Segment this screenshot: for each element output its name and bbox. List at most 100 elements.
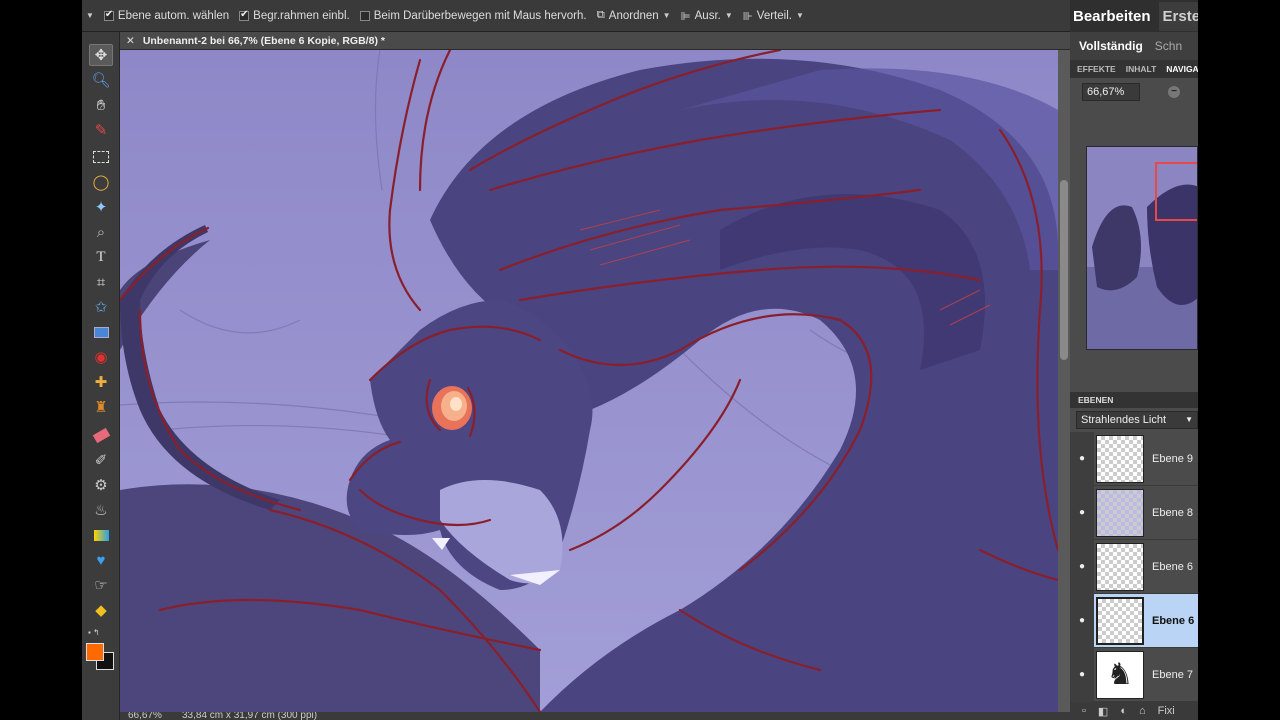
align-menu[interactable]: ⊫ Ausr. ▼ bbox=[681, 9, 733, 23]
layer-name: Ebene 6 bbox=[1152, 614, 1195, 627]
navigator-thumbnail-image bbox=[1087, 147, 1197, 349]
red-eye-icon[interactable]: ◉ bbox=[89, 346, 113, 368]
blend-mode-select[interactable]: Strahlendes Licht ▼ bbox=[1076, 411, 1198, 429]
lock-label: Fixi bbox=[1157, 705, 1175, 717]
visibility-eye-icon[interactable]: ● bbox=[1070, 485, 1094, 540]
layer-row[interactable]: ● Ebene 6 bbox=[1070, 539, 1198, 594]
bounding-box-label: Begr.rahmen einbl. bbox=[253, 9, 350, 22]
navigator-preview[interactable] bbox=[1086, 146, 1198, 350]
chevron-down-icon: ▼ bbox=[724, 11, 733, 20]
layer-row[interactable]: ● Ebene 9 bbox=[1070, 431, 1198, 486]
align-icon: ⊫ bbox=[680, 10, 691, 23]
layer-thumbnail bbox=[1096, 434, 1144, 483]
tool-preset-dropdown-icon[interactable]: ▼ bbox=[86, 11, 94, 20]
layer-row-selected[interactable]: ● Ebene 6 bbox=[1070, 593, 1198, 648]
new-layer-icon[interactable]: ▫ bbox=[1082, 705, 1086, 717]
layer-name: Ebene 6 bbox=[1152, 560, 1193, 573]
artwork-canvas[interactable] bbox=[120, 50, 1058, 712]
toolbox: ✥ 🔍︎ ✋︎ ✎ ◯ ✦ ⌕ T ⌗ ✩ ◉ ✚ ♜ ✐ ⚙ ♨ ♥ ☞ ◆ … bbox=[82, 32, 120, 720]
lock-icon[interactable]: ⌂ bbox=[1139, 705, 1146, 717]
clone-stamp-icon[interactable]: ♜ bbox=[89, 396, 113, 418]
zoom-out-icon[interactable]: − bbox=[1168, 86, 1180, 98]
eyedropper-icon[interactable]: ✎ bbox=[89, 119, 113, 141]
close-icon[interactable]: ✕ bbox=[126, 35, 135, 47]
smart-brush-icon[interactable]: ⚙ bbox=[89, 474, 113, 496]
highlight-label: Beim Darüberbewegen mit Maus hervorh. bbox=[373, 9, 587, 22]
letterbox-right bbox=[1198, 0, 1280, 720]
tab-navigator[interactable]: NAVIGA bbox=[1166, 64, 1198, 74]
vertical-scrollbar[interactable] bbox=[1058, 50, 1070, 712]
tab-content[interactable]: INHALT bbox=[1126, 64, 1157, 74]
visibility-eye-icon[interactable]: ● bbox=[1070, 431, 1094, 486]
status-zoom: 66,67% bbox=[128, 712, 162, 720]
highlight-checkbox[interactable] bbox=[359, 10, 370, 21]
visibility-eye-icon[interactable]: ● bbox=[1070, 539, 1094, 594]
blur-icon[interactable]: ☞ bbox=[89, 574, 113, 596]
layer-name: Ebene 8 bbox=[1152, 506, 1193, 519]
layers-panel-title: EBENEN bbox=[1070, 392, 1198, 408]
visibility-eye-icon[interactable]: ● bbox=[1070, 647, 1094, 702]
straighten-icon[interactable] bbox=[89, 321, 113, 343]
healing-brush-icon[interactable]: ✚ bbox=[89, 371, 113, 393]
navigator-controls: 66,67% − bbox=[1070, 78, 1198, 106]
status-dimensions: 33,84 cm x 31,97 cm (300 ppi) bbox=[182, 712, 318, 720]
scrollbar-thumb[interactable] bbox=[1060, 180, 1068, 360]
tab-create[interactable]: Erste bbox=[1158, 1, 1198, 31]
adjustment-layer-icon[interactable]: ◧ bbox=[1098, 705, 1108, 718]
brush-icon[interactable]: ✐ bbox=[89, 449, 113, 471]
layer-thumbnail bbox=[1096, 596, 1144, 645]
sponge-icon[interactable]: ◆ bbox=[89, 599, 113, 621]
document-title: Unbenannt-2 bei 66,7% (Ebene 6 Kopie, RG… bbox=[142, 34, 385, 47]
distribute-icon: ⊪ bbox=[742, 10, 753, 23]
chevron-down-icon: ▼ bbox=[662, 11, 671, 20]
auto-select-checkbox[interactable] bbox=[103, 9, 114, 21]
visibility-eye-icon[interactable]: ● bbox=[1070, 593, 1094, 648]
foreground-color-swatch[interactable] bbox=[86, 643, 104, 661]
type-icon[interactable]: T bbox=[89, 246, 113, 268]
right-panel: Bearbeiten Erste Vollständig Schn EFFEKT… bbox=[1070, 0, 1198, 720]
bounding-box-checkbox[interactable] bbox=[239, 9, 250, 21]
magic-wand-icon[interactable]: ✦ bbox=[89, 196, 113, 218]
lasso-icon[interactable]: ◯ bbox=[89, 171, 113, 193]
arrange-icon: ⧉ bbox=[596, 9, 605, 21]
highlight-on-rollover-option[interactable]: Beim Darüberbewegen mit Maus hervorh. bbox=[359, 9, 587, 22]
default-colors-icon[interactable]: ▪ ↰ bbox=[88, 628, 100, 637]
tab-effects[interactable]: EFFEKTE bbox=[1077, 64, 1116, 74]
marquee-icon[interactable] bbox=[89, 146, 113, 168]
document-tab[interactable]: ✕ Unbenannt-2 bei 66,7% (Ebene 6 Kopie, … bbox=[120, 32, 1070, 50]
quick-selection-icon[interactable]: ⌕ bbox=[89, 221, 113, 243]
chevron-down-icon: ▼ bbox=[1185, 415, 1193, 424]
layer-thumbnail bbox=[1096, 488, 1144, 537]
arrange-menu[interactable]: ⧉ Anordnen ▼ bbox=[597, 9, 671, 22]
crop-icon[interactable]: ⌗ bbox=[89, 271, 113, 293]
auto-select-label: Ebene autom. wählen bbox=[117, 9, 230, 22]
options-bar: ▼ Ebene autom. wählen Begr.rahmen einbl.… bbox=[82, 0, 1070, 32]
status-bar: 66,67% 33,84 cm x 31,97 cm (300 ppi) bbox=[120, 712, 1070, 720]
letterbox-left bbox=[0, 0, 82, 720]
paint-bucket-icon[interactable]: ♨ bbox=[89, 499, 113, 521]
layer-name: Ebene 9 bbox=[1152, 452, 1193, 465]
gradient-icon[interactable] bbox=[89, 524, 113, 546]
layer-row[interactable]: ● Ebene 8 bbox=[1070, 485, 1198, 540]
blend-mode-value: Strahlendes Licht bbox=[1081, 414, 1166, 426]
custom-shape-icon[interactable]: ♥ bbox=[89, 549, 113, 571]
zoom-icon[interactable]: 🔍︎ bbox=[89, 69, 113, 91]
mask-icon[interactable]: ◐ bbox=[1120, 705, 1127, 717]
tab-edit[interactable]: Bearbeiten bbox=[1073, 8, 1151, 25]
show-bounding-box-option[interactable]: Begr.rahmen einbl. bbox=[239, 9, 350, 22]
chevron-down-icon: ▼ bbox=[795, 11, 804, 20]
distribute-menu[interactable]: ⊪ Verteil. ▼ bbox=[743, 9, 804, 23]
tab-quick-edit[interactable]: Schn bbox=[1155, 39, 1182, 53]
tab-full-edit[interactable]: Vollständig bbox=[1079, 39, 1143, 53]
cookie-cutter-icon[interactable]: ✩ bbox=[89, 296, 113, 318]
hand-icon[interactable]: ✋︎ bbox=[89, 94, 113, 116]
layers-list: ● Ebene 9 ● Ebene 8 ● Ebene 6 ● Ebene 6 … bbox=[1070, 431, 1198, 702]
layer-row[interactable]: ● ♞ Ebene 7 bbox=[1070, 647, 1198, 702]
navigator-zoom-field[interactable]: 66,67% bbox=[1082, 83, 1140, 101]
palette-tabs: EFFEKTE INHALT NAVIGA bbox=[1070, 60, 1198, 78]
eraser-icon[interactable] bbox=[89, 424, 113, 446]
layers-panel-footer: ▫ ◧ ◐ ⌂ Fixi bbox=[1070, 702, 1198, 720]
auto-select-layer-option[interactable]: Ebene autom. wählen bbox=[103, 9, 230, 22]
move-icon[interactable]: ✥ bbox=[89, 44, 113, 66]
align-label: Ausr. bbox=[694, 9, 721, 22]
